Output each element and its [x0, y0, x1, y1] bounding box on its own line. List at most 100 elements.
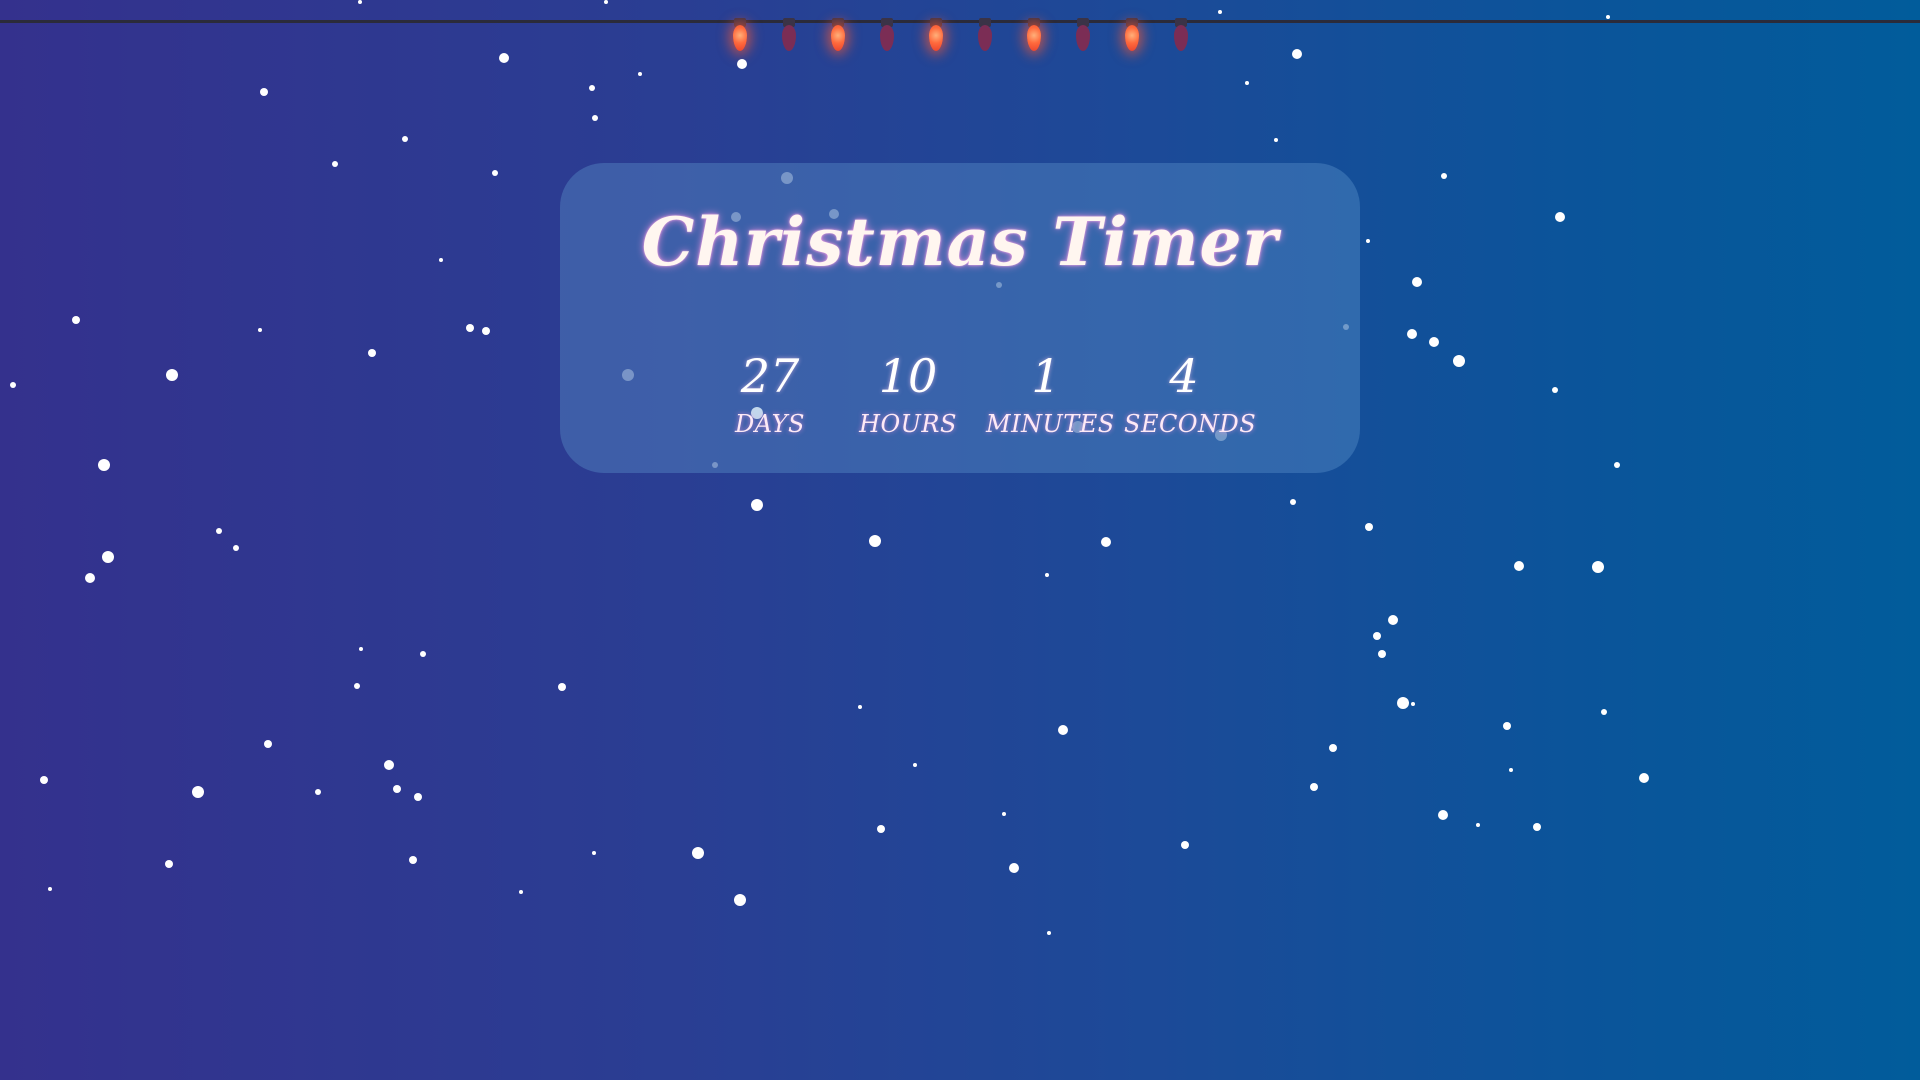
snowflake — [1601, 709, 1607, 715]
snowflake — [258, 328, 262, 332]
snowflake — [439, 258, 443, 262]
snowflake — [264, 740, 272, 748]
snowflake — [1365, 523, 1373, 531]
snowflake — [877, 825, 885, 833]
countdown-minutes: 1 Minutes — [986, 348, 1115, 438]
snowflake — [466, 324, 474, 332]
snowflake — [592, 851, 596, 855]
snowflake — [638, 72, 642, 76]
timer-card: Christmas Timer 27 Days 10 Hours 1 Minut… — [560, 163, 1360, 473]
snowflake — [40, 776, 48, 784]
seconds-label: Seconds — [1124, 410, 1257, 438]
snowflake — [1101, 537, 1111, 547]
snowflake — [558, 683, 566, 691]
snowflake — [1438, 810, 1448, 820]
snowflake — [519, 890, 523, 894]
snowflake — [592, 115, 598, 121]
snowflake — [409, 856, 417, 864]
snowflake — [1592, 561, 1604, 573]
snowflake — [482, 327, 490, 335]
snowflake — [1058, 725, 1068, 735]
snowflake — [1514, 561, 1524, 571]
countdown-seconds: 4 Seconds — [1124, 348, 1257, 438]
snowflake — [1290, 499, 1296, 505]
snowflake — [1397, 697, 1409, 709]
snowflake — [1388, 615, 1398, 625]
snowflake — [1047, 931, 1051, 935]
light-bulb-1 — [725, 18, 755, 60]
snowflake — [102, 551, 114, 563]
snowflake — [414, 793, 422, 801]
snowflake — [393, 785, 401, 793]
snowflake — [216, 528, 222, 534]
christmas-lights — [0, 0, 1920, 70]
snowflake — [1245, 81, 1249, 85]
countdown-hours: 10 Hours — [848, 348, 968, 438]
snowflake — [1411, 702, 1415, 706]
snowflake — [402, 136, 408, 142]
days-label: Days — [735, 410, 805, 438]
seconds-value: 4 — [1169, 349, 1199, 403]
snowflake — [420, 651, 426, 657]
light-bulb-8 — [1068, 18, 1098, 60]
snowflake — [1274, 138, 1278, 142]
page-title: Christmas Timer — [641, 203, 1279, 281]
snowflake — [1614, 462, 1620, 468]
snowflake — [1533, 823, 1541, 831]
hours-value: 10 — [878, 349, 938, 403]
snowflake — [1378, 650, 1386, 658]
snowflake — [1476, 823, 1480, 827]
snowflake — [1555, 212, 1565, 222]
snowflake — [1441, 173, 1447, 179]
snowflake — [354, 683, 360, 689]
snowflake — [492, 170, 498, 176]
snowflake — [166, 369, 178, 381]
snowflake — [1373, 632, 1381, 640]
countdown-days: 27 Days — [710, 348, 830, 438]
snowflake — [913, 763, 917, 767]
snowflake — [1002, 812, 1006, 816]
snowflake — [1329, 744, 1337, 752]
snowflake — [1509, 768, 1513, 772]
snowflake — [165, 860, 173, 868]
snowflake — [869, 535, 881, 547]
light-bulb-6 — [970, 18, 1000, 60]
snowflake — [692, 847, 704, 859]
snowflake — [368, 349, 376, 357]
snowflake — [72, 316, 80, 324]
snowflake — [1503, 722, 1511, 730]
countdown: 27 Days 10 Hours 1 Minutes 4 Seconds — [710, 348, 1257, 458]
light-bulb-9 — [1117, 18, 1147, 60]
snowflake — [384, 760, 394, 770]
snowflake — [1009, 863, 1019, 873]
snowflake — [1639, 773, 1649, 783]
snowflake — [192, 786, 204, 798]
snowflake — [1310, 783, 1318, 791]
snowflake — [1453, 355, 1465, 367]
snowflake — [1552, 387, 1558, 393]
light-bulb-5 — [921, 18, 951, 60]
snowflake — [734, 894, 746, 906]
snowfall — [10, 0, 1649, 935]
snowflake — [1181, 841, 1189, 849]
snowflake — [359, 647, 363, 651]
snowflake — [260, 88, 268, 96]
snowflake — [1045, 573, 1049, 577]
snowflake — [1366, 239, 1370, 243]
light-bulb-4 — [872, 18, 902, 60]
light-bulb-7 — [1019, 18, 1049, 60]
light-bulb-10 — [1166, 18, 1196, 60]
snowflake — [48, 887, 52, 891]
snowflake — [751, 499, 763, 511]
minutes-label: Minutes — [986, 410, 1115, 438]
snowflake — [1412, 277, 1422, 287]
light-bulb-2 — [774, 18, 804, 60]
snowflake — [85, 573, 95, 583]
snowflake — [858, 705, 862, 709]
snowflake — [589, 85, 595, 91]
snowflake — [233, 545, 239, 551]
snowflake — [98, 459, 110, 471]
snowflake — [1429, 337, 1439, 347]
snowflake — [332, 161, 338, 167]
snowflake — [315, 789, 321, 795]
